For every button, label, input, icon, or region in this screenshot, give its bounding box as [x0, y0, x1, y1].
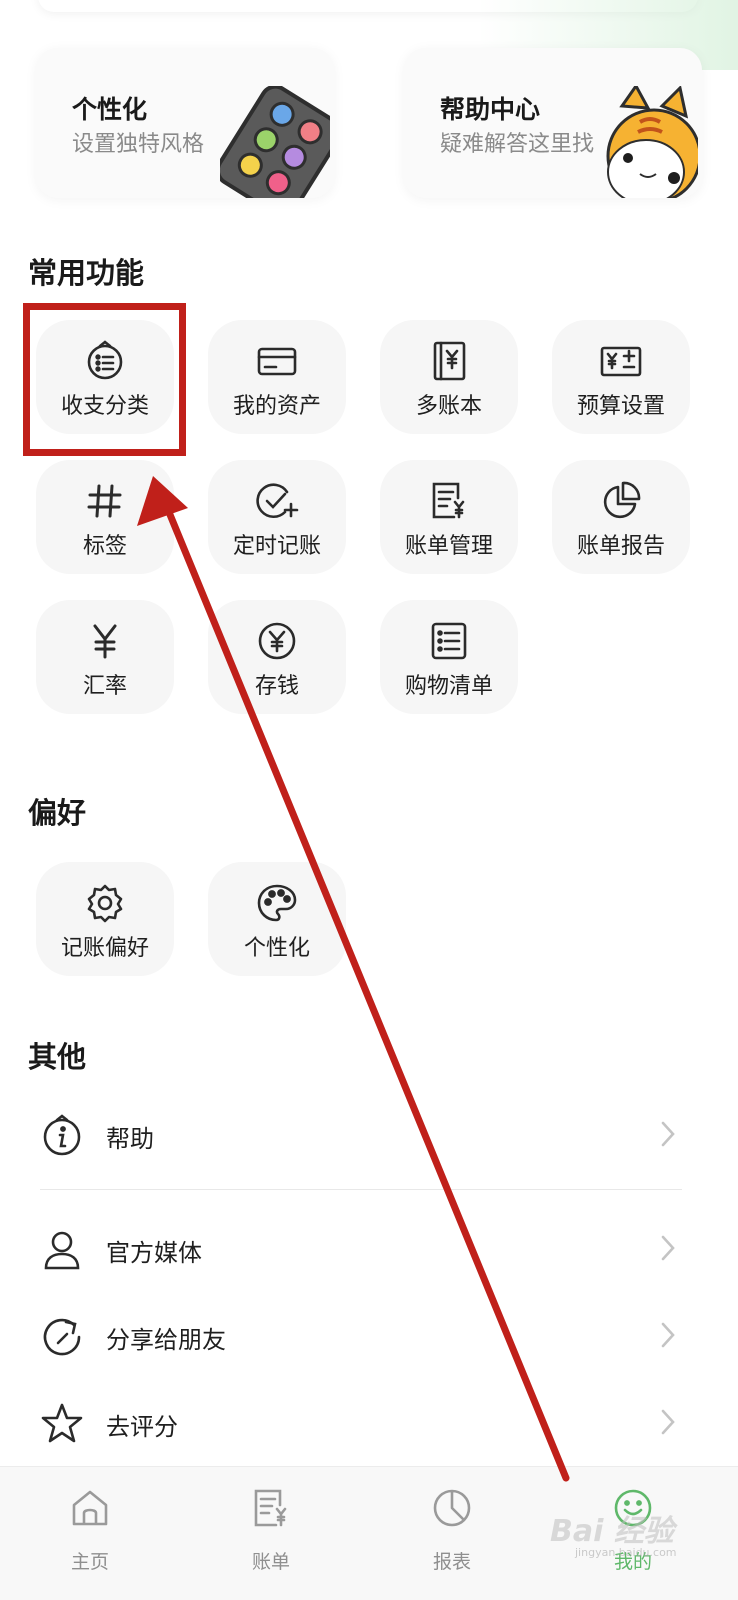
watermark-url: jingyan.baidu.com — [575, 1546, 677, 1559]
annotation-arrow — [137, 476, 570, 1482]
watermark: Bai 经验 — [550, 1514, 674, 1549]
